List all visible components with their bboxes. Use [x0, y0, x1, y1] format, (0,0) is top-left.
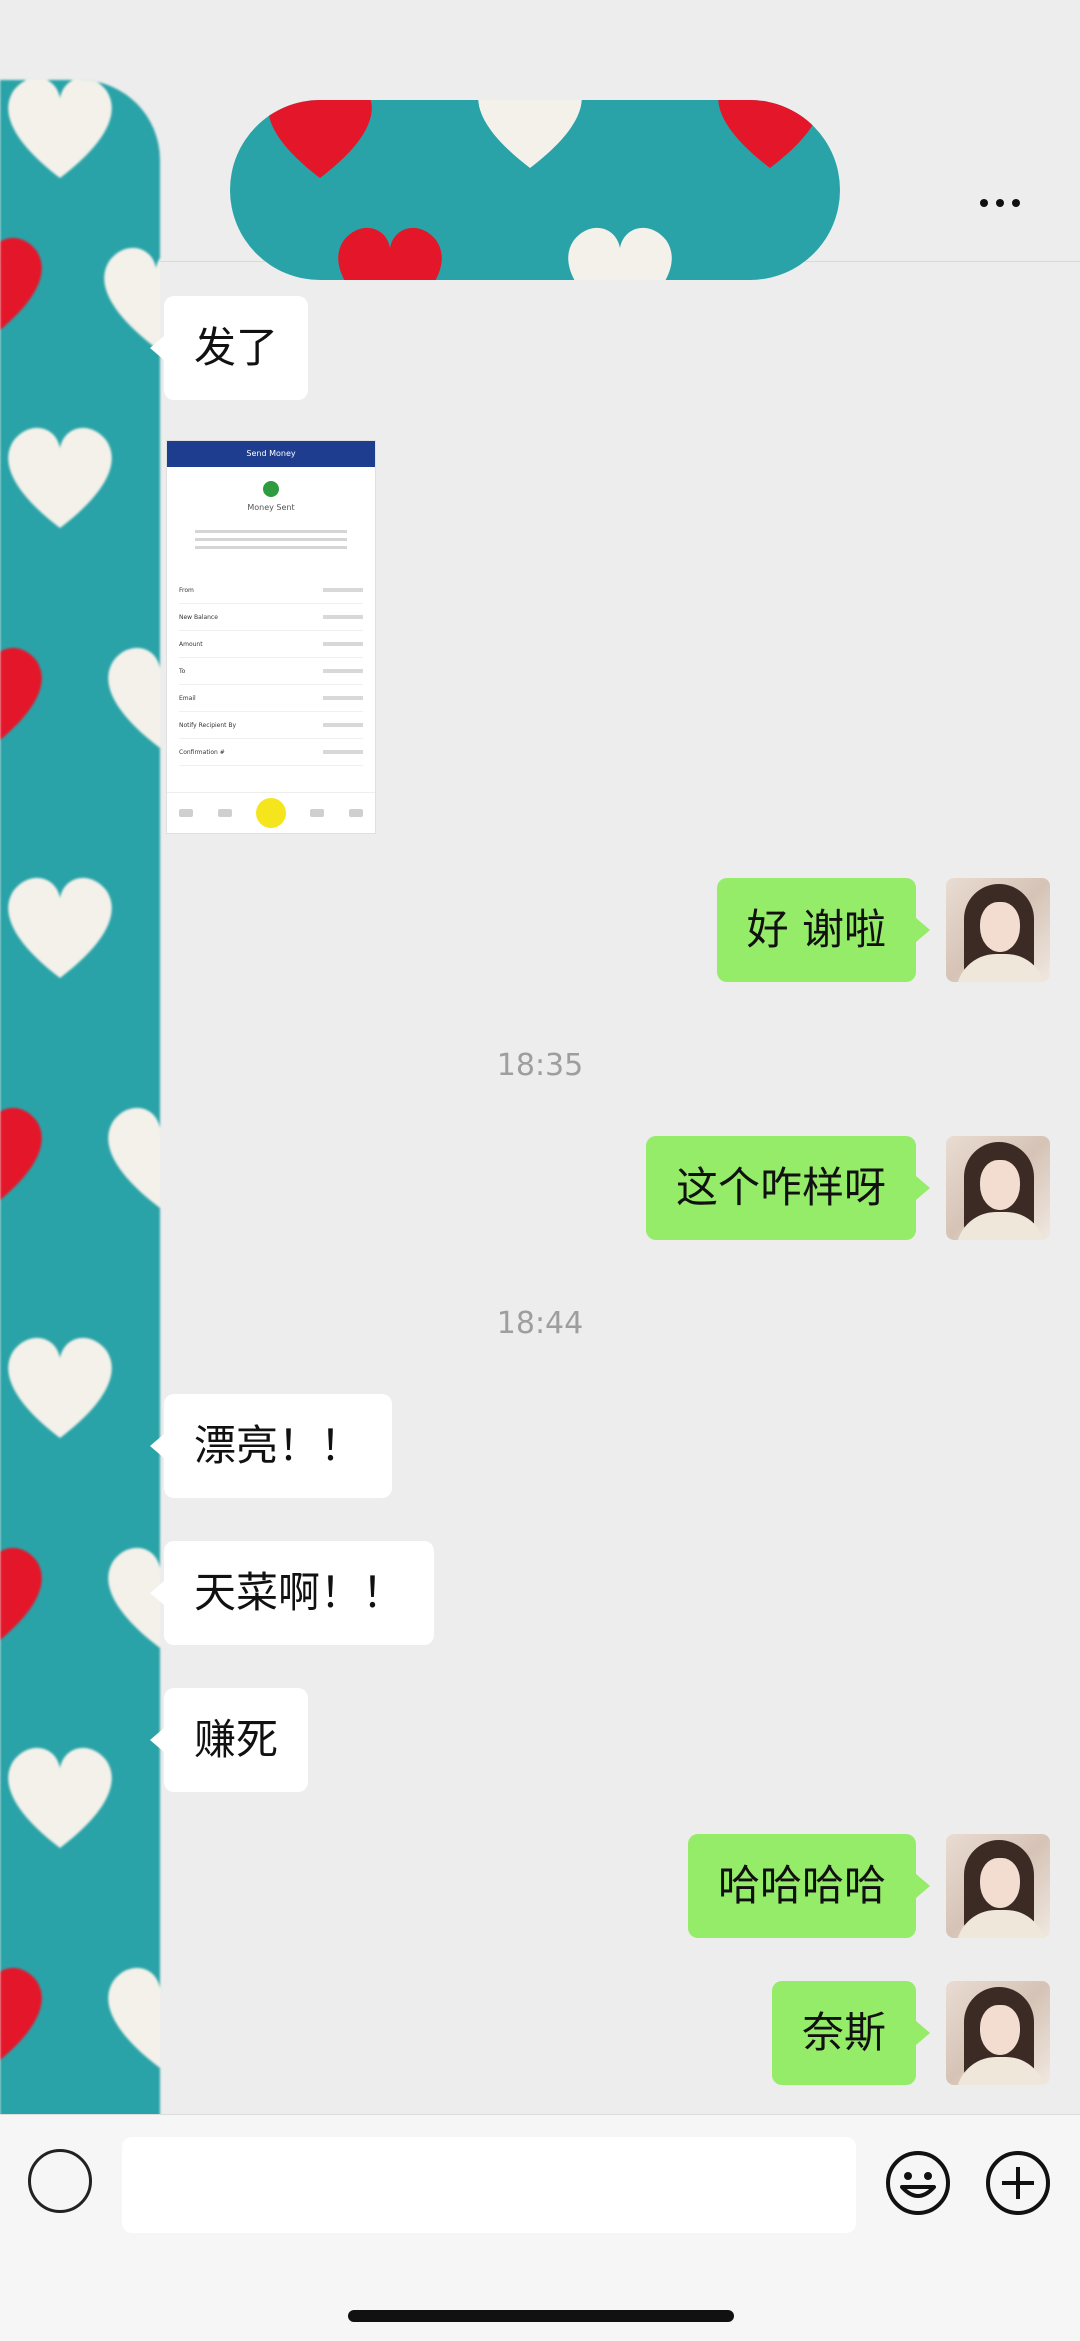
heart-decoration — [100, 1100, 160, 1210]
heart-decoration — [0, 1330, 120, 1440]
thumb-text-lines — [195, 530, 347, 549]
thumb-title: Send Money — [167, 441, 375, 467]
thumb-row: Notify Recipient By — [179, 712, 363, 739]
thumb-row: From — [179, 577, 363, 604]
heart-decoration — [0, 1100, 50, 1210]
message-bubble-outgoing[interactable]: 奈斯 — [771, 1981, 931, 2085]
emoji-icon[interactable] — [884, 2149, 952, 2217]
message-bubble-outgoing[interactable]: 哈哈哈哈 — [687, 1834, 931, 1938]
privacy-overlay-left — [0, 80, 160, 2210]
thumb-row: Amount — [179, 631, 363, 658]
heart-decoration — [0, 420, 120, 530]
message-bubble-incoming[interactable]: 发了 — [149, 296, 309, 400]
avatar[interactable] — [946, 1136, 1050, 1240]
thumb-row: Confirmation # — [179, 739, 363, 766]
voice-icon[interactable] — [28, 2149, 92, 2213]
message-bubble-incoming[interactable]: 漂亮！！ — [149, 1394, 393, 1498]
heart-decoration — [0, 1540, 50, 1650]
message-bubble-outgoing[interactable]: 好 谢啦 — [716, 878, 931, 982]
timestamp: 18:35 — [496, 1048, 584, 1083]
thumb-row: To — [179, 658, 363, 685]
more-icon-dot — [996, 199, 1004, 207]
timestamp: 18:44 — [496, 1306, 584, 1341]
heart-decoration — [470, 100, 590, 170]
heart-decoration — [100, 640, 160, 750]
message-input[interactable] — [122, 2137, 856, 2233]
thumb-row: Email — [179, 685, 363, 712]
message-bubble-incoming[interactable]: 赚死 — [149, 1688, 309, 1792]
heart-decoration — [560, 220, 680, 280]
heart-decoration — [100, 1960, 160, 2070]
thumb-tabbar — [167, 792, 375, 833]
check-icon — [263, 481, 279, 497]
avatar[interactable] — [946, 878, 1050, 982]
heart-decoration — [0, 640, 50, 750]
avatar[interactable] — [946, 1834, 1050, 1938]
heart-decoration — [0, 80, 120, 180]
home-indicator[interactable] — [348, 2310, 734, 2322]
thumb-subtitle: Money Sent — [247, 503, 295, 512]
heart-decoration — [260, 100, 380, 180]
message-image-screenshot[interactable]: Send Money Money Sent From New Balance A… — [166, 440, 376, 834]
message-bubble-incoming[interactable]: 天菜啊！！ — [149, 1541, 435, 1645]
more-icon-dot — [1012, 199, 1020, 207]
avatar[interactable] — [946, 1981, 1050, 2085]
heart-decoration — [0, 1960, 50, 2070]
privacy-overlay-top — [230, 100, 840, 280]
more-icon-dot — [980, 199, 988, 207]
more-button[interactable] — [960, 178, 1040, 228]
bottom-safe-area — [0, 2248, 1080, 2341]
thumb-rows: From New Balance Amount To Email Notify … — [179, 577, 363, 766]
heart-decoration — [0, 870, 120, 980]
message-bubble-outgoing[interactable]: 这个咋样呀 — [645, 1136, 931, 1240]
input-bar — [0, 2114, 1080, 2249]
heart-decoration — [96, 240, 160, 350]
heart-decoration — [0, 1740, 120, 1850]
heart-decoration — [330, 220, 450, 280]
plus-icon[interactable] — [984, 2149, 1052, 2217]
heart-decoration — [0, 230, 50, 340]
heart-decoration — [710, 100, 830, 170]
thumb-row: New Balance — [179, 604, 363, 631]
